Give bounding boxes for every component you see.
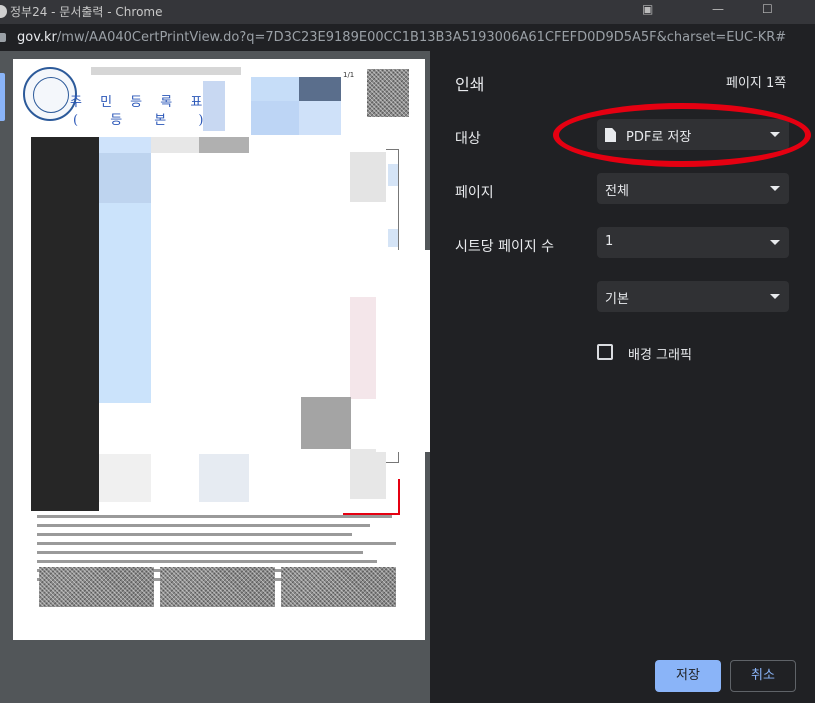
chevron-down-icon bbox=[770, 294, 780, 299]
print-preview[interactable]: 주 민 등 록 표 ( 등 본 ) 1/1 bbox=[0, 51, 430, 703]
url-host: gov.kr bbox=[17, 30, 57, 45]
url-text[interactable]: gov.kr/mw/AA040CertPrintView.do?q=7D3C23… bbox=[17, 30, 786, 45]
cancel-button[interactable]: 취소 bbox=[730, 660, 796, 692]
qr-code bbox=[367, 69, 409, 117]
save-button[interactable]: 저장 bbox=[655, 660, 721, 692]
document-subtitle: ( 등 본 ) bbox=[73, 113, 218, 128]
minimize-icon[interactable]: — bbox=[712, 2, 724, 16]
title-bar: 정부24 - 문서출력 - Chrome ▣ — ☐ bbox=[0, 0, 815, 24]
margins-select[interactable]: 기본 bbox=[597, 281, 789, 312]
background-graphics-checkbox[interactable] bbox=[597, 344, 613, 360]
browser-icon bbox=[0, 5, 7, 18]
pages-per-sheet-label: 시트당 페이지 수 bbox=[455, 239, 555, 255]
scrollbar[interactable] bbox=[0, 73, 5, 121]
background-graphics-label: 배경 그래픽 bbox=[628, 348, 692, 363]
barcode bbox=[39, 567, 154, 607]
page-indicator: 1/1 bbox=[343, 71, 355, 79]
destination-label: 대상 bbox=[455, 131, 481, 147]
maximize-icon[interactable]: ☐ bbox=[762, 2, 773, 16]
url-path: /mw/AA040CertPrintView.do?q=7D3C23E9189E… bbox=[56, 30, 787, 45]
preview-page: 주 민 등 록 표 ( 등 본 ) 1/1 bbox=[13, 59, 425, 640]
annotation-circle bbox=[553, 103, 811, 167]
print-settings-panel: 인쇄 페이지 1쪽 대상 PDF로 저장 페이지 전체 시트당 페이지 수 1 … bbox=[430, 51, 815, 703]
pages-per-sheet-value: 1 bbox=[605, 234, 614, 249]
margins-value: 기본 bbox=[605, 292, 629, 307]
address-bar[interactable]: gov.kr/mw/AA040CertPrintView.do?q=7D3C23… bbox=[0, 24, 815, 51]
chevron-down-icon bbox=[770, 240, 780, 245]
pages-per-sheet-select[interactable]: 1 bbox=[597, 227, 789, 258]
window-title: 정부24 - 문서출력 - Chrome bbox=[10, 5, 163, 19]
barcode bbox=[281, 567, 396, 607]
barcode bbox=[160, 567, 275, 607]
pages-label: 페이지 bbox=[455, 185, 494, 201]
pages-value: 전체 bbox=[605, 184, 629, 199]
tab-search-icon[interactable]: ▣ bbox=[642, 2, 653, 16]
page-count: 페이지 1쪽 bbox=[726, 76, 787, 91]
print-heading: 인쇄 bbox=[455, 75, 485, 94]
seal-stamp bbox=[23, 67, 77, 121]
pages-select[interactable]: 전체 bbox=[597, 173, 789, 204]
chevron-down-icon bbox=[770, 186, 780, 191]
document-title: 주 민 등 록 표 bbox=[70, 95, 210, 110]
site-info-icon[interactable] bbox=[0, 33, 6, 42]
